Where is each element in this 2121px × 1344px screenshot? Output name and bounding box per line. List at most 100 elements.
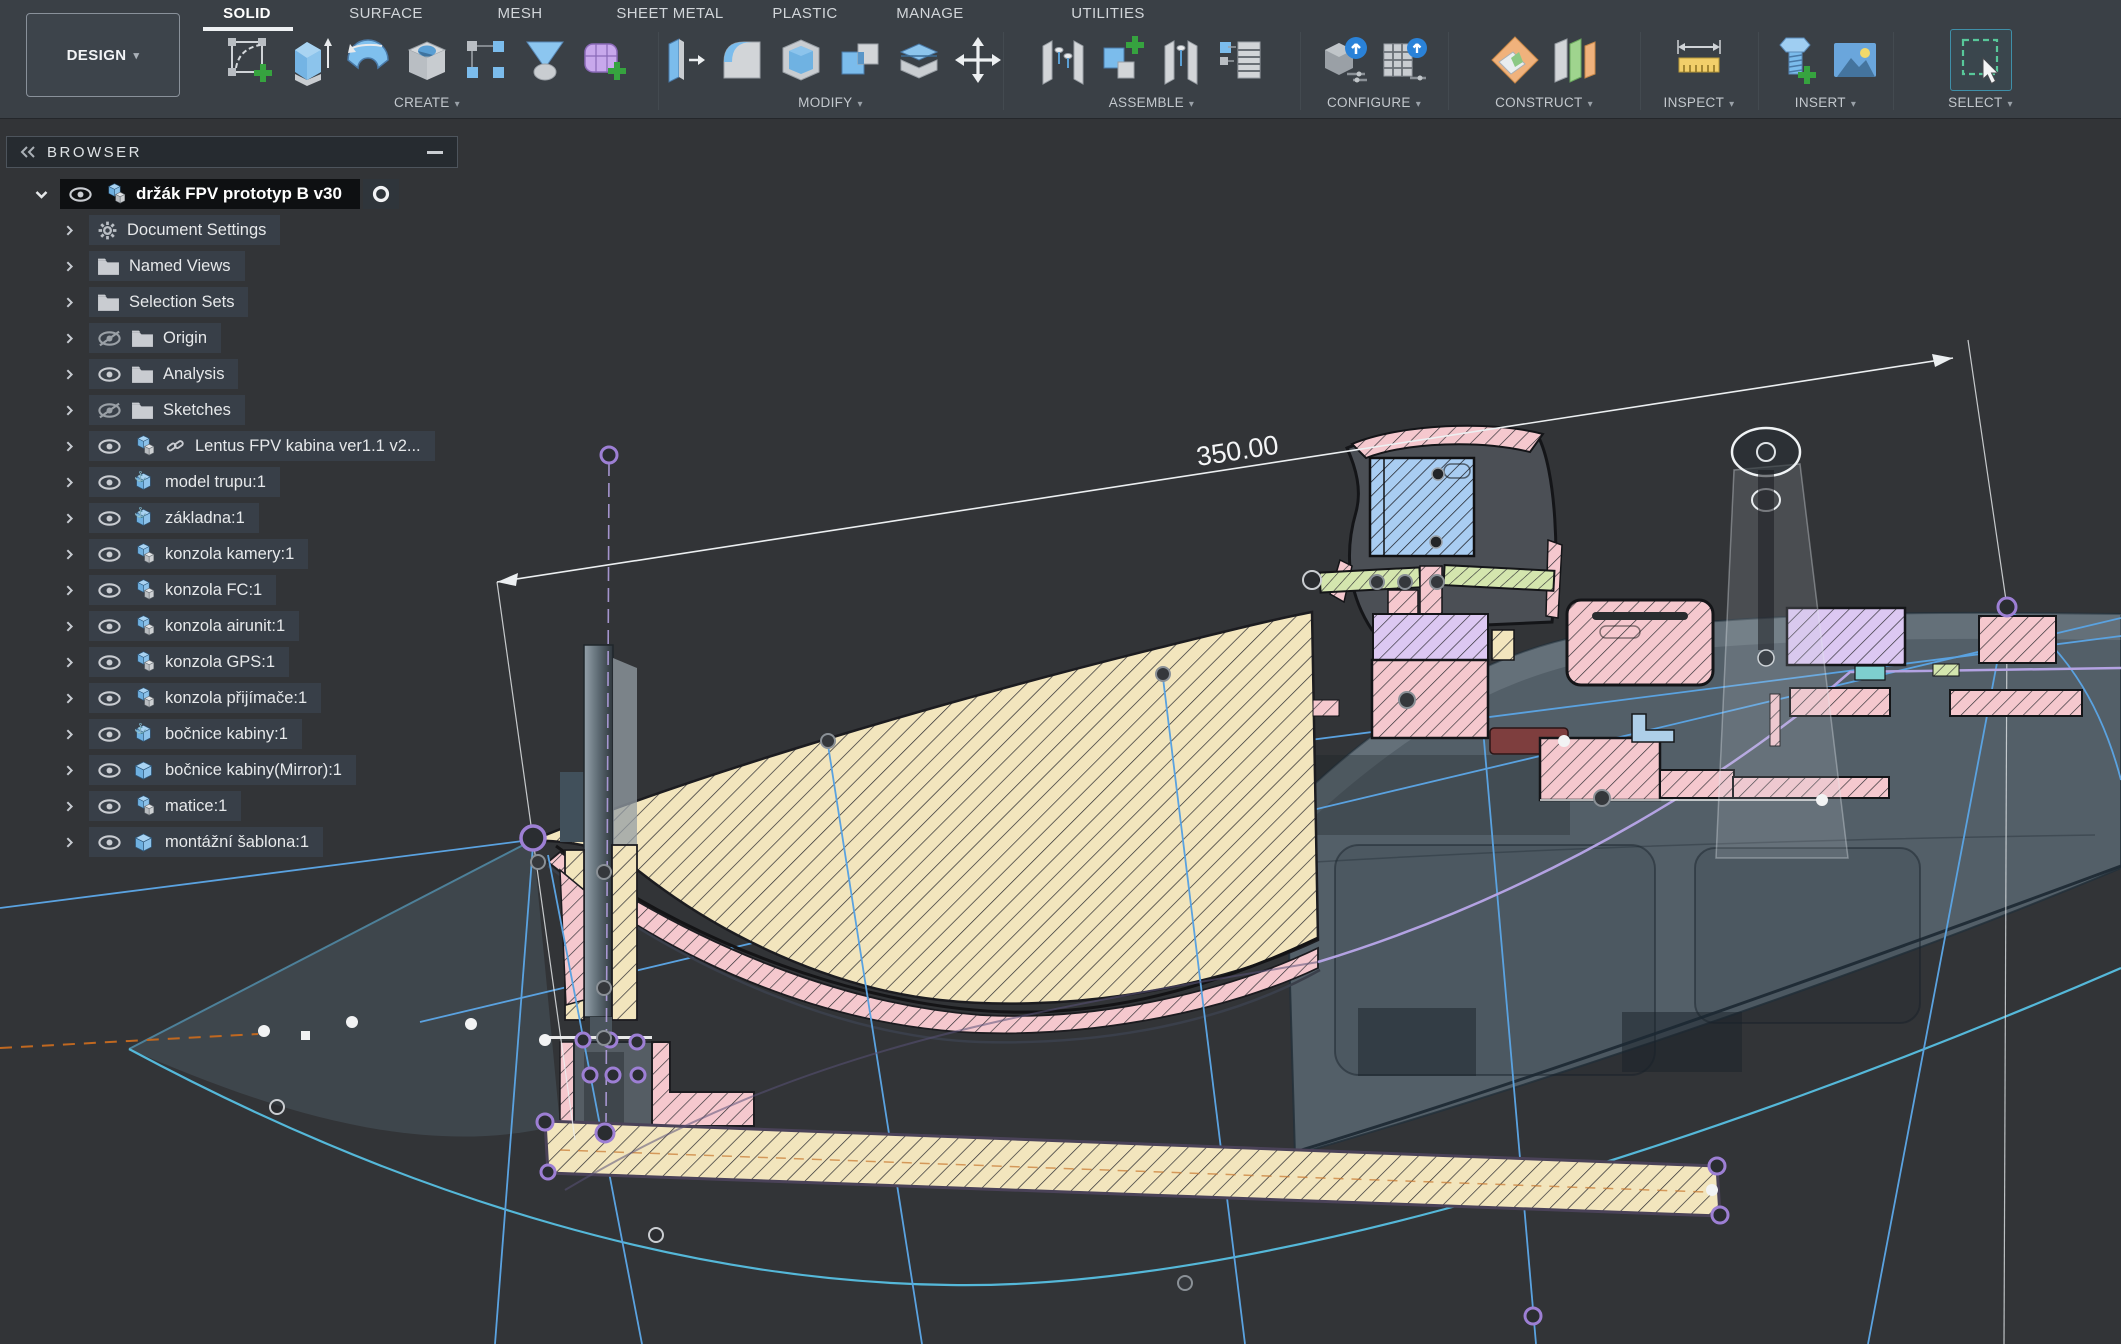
insert-fastener-icon[interactable] [1770,34,1822,86]
hole-icon[interactable] [401,34,453,86]
tab-utilities[interactable]: UTILITIES [1071,5,1145,22]
browser-tree-row[interactable]: konzola kamery:1 [6,536,458,572]
select-icon[interactable] [1955,34,2007,86]
configuration-table-icon[interactable] [1378,34,1430,86]
workspace-switcher-button[interactable]: DESIGN▾ [26,13,180,97]
create-sketch-icon[interactable] [224,34,276,86]
fillet-icon[interactable] [716,34,768,86]
chevron-right-icon[interactable] [63,584,76,597]
chevron-right-icon[interactable] [63,476,76,489]
measure-icon[interactable] [1673,34,1725,86]
chevron-right-icon[interactable] [63,512,76,525]
configuration-icon[interactable] [1319,34,1371,86]
visibility-eye-icon[interactable] [68,186,93,203]
browser-header[interactable]: BROWSER [6,136,458,168]
visibility-eye-icon[interactable] [97,618,122,635]
tab-mesh[interactable]: MESH [498,5,543,22]
new-component-icon[interactable] [1096,34,1148,86]
chevron-right-icon[interactable] [63,548,76,561]
group-label-inspect[interactable]: INSPECT [1640,95,1758,110]
activate-component-radio[interactable] [371,184,391,204]
joint-icon[interactable] [1037,34,1089,86]
shell-icon[interactable] [775,34,827,86]
rectangular-pattern-icon[interactable] [460,34,512,86]
tab-surface[interactable]: SURFACE [349,5,423,22]
revolve-icon[interactable] [342,34,394,86]
browser-tree-row[interactable]: Named Views [6,248,458,284]
press-pull-icon[interactable] [657,34,709,86]
chevron-right-icon[interactable] [63,368,76,381]
chevron-right-icon[interactable] [63,404,76,417]
browser-tree-row[interactable]: konzola airunit:1 [6,608,458,644]
browser-tree-row[interactable]: bočnice kabiny(Mirror):1 [6,752,458,788]
chevron-right-icon[interactable] [63,836,76,849]
minimize-panel-icon[interactable] [427,151,443,154]
joint-table-icon[interactable] [1214,34,1266,86]
chevron-down-icon[interactable] [34,187,49,202]
primitive-icon[interactable] [519,34,571,86]
tab-plastic[interactable]: PLASTIC [772,5,837,22]
visibility-eye-icon[interactable] [97,762,122,779]
browser-tree-row[interactable]: Document Settings [6,212,458,248]
chevron-right-icon[interactable] [63,224,76,237]
chevron-right-icon[interactable] [63,692,76,705]
tab-manage[interactable]: MANAGE [896,5,963,22]
browser-tree-row[interactable]: ⚓bočnice kabiny:1 [6,716,458,752]
visibility-eye-icon[interactable] [97,798,122,815]
canvas-icon[interactable] [1829,34,1881,86]
browser-tree-row[interactable]: ⚓model trupu:1 [6,464,458,500]
browser-tree-row[interactable]: Lentus FPV kabina ver1.1 v2... [6,428,458,464]
browser-tree-row[interactable]: Selection Sets [6,284,458,320]
browser-tree-row[interactable]: konzola FC:1 [6,572,458,608]
move-copy-icon[interactable] [952,34,1004,86]
group-label-modify[interactable]: MODIFY [658,95,1003,110]
split-body-icon[interactable] [893,34,945,86]
tab-sheet-metal[interactable]: SHEET METAL [616,5,723,22]
chevron-right-icon[interactable] [63,656,76,669]
browser-tree-row[interactable]: konzola přijímače:1 [6,680,458,716]
visibility-eye-icon[interactable] [97,726,122,743]
browser-tree-row[interactable]: Origin [6,320,458,356]
hull-cross-section[interactable] [533,612,1320,1042]
group-label-create[interactable]: CREATE [196,95,658,110]
group-label-construct[interactable]: CONSTRUCT [1448,95,1640,110]
visibility-eye-icon[interactable] [97,834,122,851]
browser-tree-row[interactable]: Analysis [6,356,458,392]
chevron-right-icon[interactable] [63,764,76,777]
offset-plane-icon[interactable] [1548,34,1600,86]
visibility-eye-hidden-icon[interactable] [97,402,122,419]
group-label-assemble[interactable]: ASSEMBLE [1003,95,1300,110]
group-label-insert[interactable]: INSERT [1758,95,1893,110]
chevron-right-icon[interactable] [63,332,76,345]
collapse-panel-icon[interactable] [19,146,37,158]
chevron-right-icon[interactable] [63,440,76,453]
browser-root-row[interactable]: držák FPV prototyp B v30 [6,176,458,212]
chevron-right-icon[interactable] [63,620,76,633]
group-label-select[interactable]: SELECT [1893,95,2068,110]
chevron-right-icon[interactable] [63,296,76,309]
combine-icon[interactable] [834,34,886,86]
visibility-eye-icon[interactable] [97,510,122,527]
baseplate-section[interactable] [545,1121,1720,1216]
visibility-eye-icon[interactable] [97,582,122,599]
extrude-icon[interactable] [283,34,335,86]
visibility-eye-icon[interactable] [97,654,122,671]
visibility-eye-hidden-icon[interactable] [97,330,122,347]
visibility-eye-icon[interactable] [97,474,122,491]
as-built-joint-icon[interactable] [1155,34,1207,86]
browser-tree-row[interactable]: konzola GPS:1 [6,644,458,680]
chevron-right-icon[interactable] [63,728,76,741]
visibility-eye-icon[interactable] [97,438,122,455]
browser-tree-row[interactable]: ⚓základna:1 [6,500,458,536]
browser-tree-row[interactable]: Sketches [6,392,458,428]
visibility-eye-icon[interactable] [97,690,122,707]
chevron-right-icon[interactable] [63,800,76,813]
chevron-right-icon[interactable] [63,260,76,273]
group-label-configure[interactable]: CONFIGURE [1300,95,1448,110]
create-form-icon[interactable] [578,34,630,86]
browser-tree-row[interactable]: matice:1 [6,788,458,824]
browser-tree-row[interactable]: montážní šablona:1 [6,824,458,860]
visibility-eye-icon[interactable] [97,546,122,563]
tab-solid[interactable]: SOLID [223,5,271,22]
construct-plane-icon[interactable] [1489,34,1541,86]
